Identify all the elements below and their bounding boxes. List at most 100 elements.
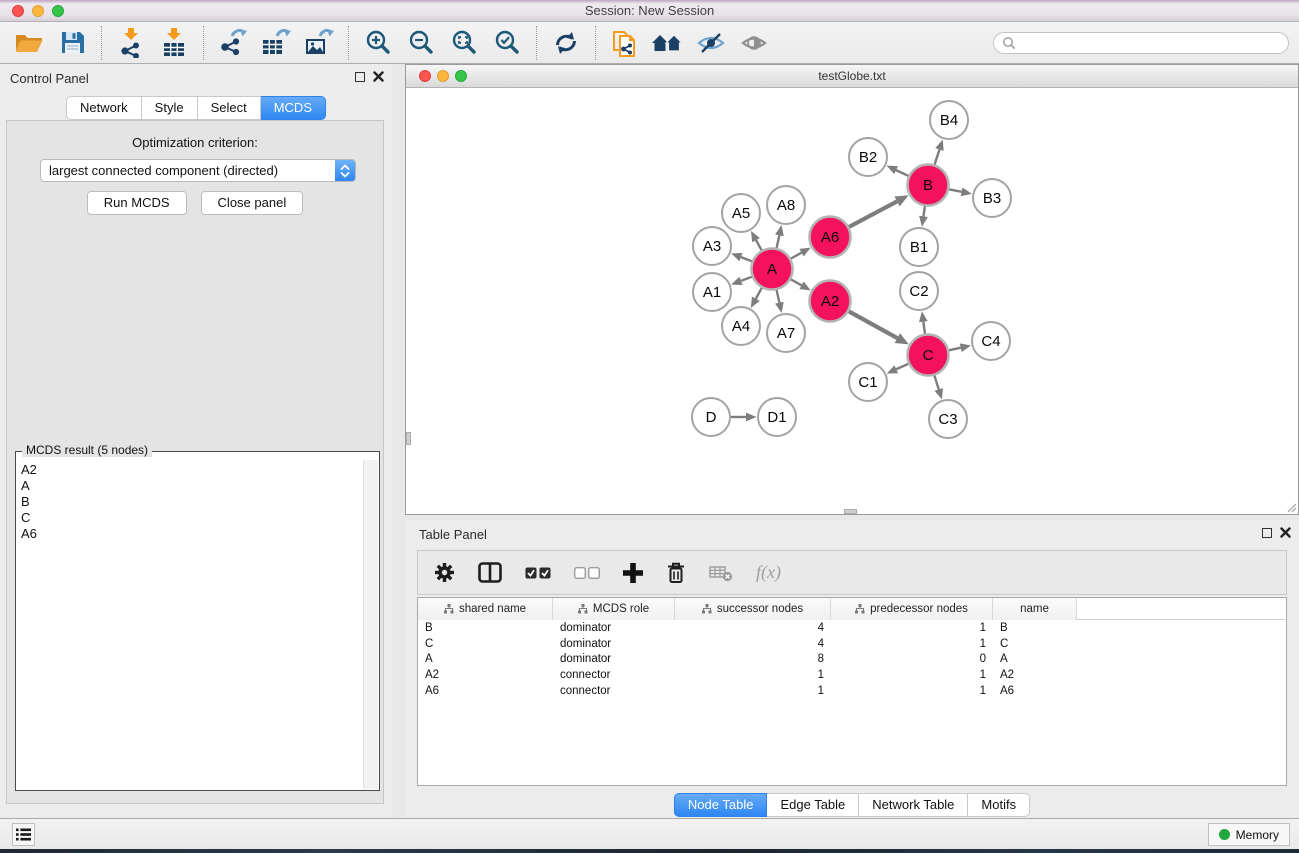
export-network-button[interactable] [216,26,250,60]
delete-column-button[interactable] [666,562,686,584]
import-table-button[interactable] [157,26,191,60]
table-row[interactable]: A2connector11A2 [418,667,1286,683]
table-cell[interactable]: 1 [831,669,993,681]
tab-mcds[interactable]: MCDS [261,96,326,120]
table-cell[interactable]: C [418,638,553,650]
graph-node-B3[interactable]: B3 [973,179,1011,217]
float-table-panel-icon[interactable] [1262,528,1272,538]
table-cell[interactable]: connector [553,685,675,697]
graph-edge-C-C3[interactable] [934,376,938,390]
graph-node-A2[interactable]: A2 [810,281,851,322]
tab-motifs[interactable]: Motifs [968,793,1030,817]
graph-node-C3[interactable]: C3 [929,400,967,438]
table-cell[interactable]: B [993,622,1077,634]
tab-network-table[interactable]: Network Table [859,793,968,817]
table-cell[interactable]: A2 [418,669,553,681]
graph-node-C4[interactable]: C4 [972,322,1010,360]
export-table-button[interactable] [259,26,293,60]
table-row[interactable]: A6connector11A6 [418,683,1286,699]
column-header-successor-nodes[interactable]: successor nodes [675,598,831,620]
graph-node-C[interactable]: C [908,335,949,376]
table-cell[interactable]: B [418,622,553,634]
network-horizontal-scrollbar-thumb[interactable] [844,509,857,514]
network-canvas[interactable]: B4B2BB3B1A5A8A6A3AA1A2C2A4A7CC4C1C3DD1 [406,88,1298,514]
table-cell[interactable]: 1 [831,622,993,634]
graph-edge-C-C1[interactable] [896,364,908,369]
table-cell[interactable]: 1 [831,638,993,650]
search-input[interactable] [1020,36,1280,50]
delete-table-button[interactable] [709,564,733,582]
tab-select[interactable]: Select [198,96,261,120]
graph-node-D1[interactable]: D1 [758,398,796,436]
hide-selected-button[interactable] [694,26,728,60]
zoom-fit-button[interactable] [447,26,481,60]
table-cell[interactable]: 0 [831,653,993,665]
show-column-panel-button[interactable] [478,562,502,583]
resize-grip-icon[interactable] [1285,501,1297,513]
first-neighbors-button[interactable] [651,26,685,60]
column-header-predecessor-nodes[interactable]: predecessor nodes [831,598,993,620]
tab-style[interactable]: Style [142,96,198,120]
table-cell[interactable]: 1 [831,685,993,697]
table-cell[interactable]: dominator [553,653,675,665]
mcds-result-scrollbar[interactable] [363,460,378,789]
zoom-out-button[interactable] [404,26,438,60]
import-network-button[interactable] [114,26,148,60]
graph-edge-A-A6[interactable] [791,253,802,259]
mcds-result-item[interactable]: A6 [21,526,358,542]
close-panel-icon[interactable] [373,71,384,82]
graph-edge-C-C4[interactable] [949,348,961,351]
tab-node-table[interactable]: Node Table [674,793,768,817]
table-cell[interactable]: C [993,638,1077,650]
table-cell[interactable]: dominator [553,638,675,650]
graph-node-A8[interactable]: A8 [767,186,805,224]
graph-edge-A2-C[interactable] [849,311,898,338]
graph-edge-A-A4[interactable] [756,288,762,299]
table-cell[interactable]: A [993,653,1077,665]
table-cell[interactable]: A6 [993,685,1077,697]
column-header-MCDS-role[interactable]: MCDS role [553,598,675,620]
mcds-result-item[interactable]: B [21,494,358,510]
open-session-button[interactable] [12,26,46,60]
optimization-criterion-dropdown[interactable]: largest connected component (directed) [40,159,356,182]
table-cell[interactable]: 1 [675,685,831,697]
graph-edge-C-C2[interactable] [923,322,925,334]
table-row[interactable]: Adominator80A [418,651,1286,667]
graph-edge-A-A8[interactable] [777,235,780,248]
graph-edge-A-A5[interactable] [756,240,762,250]
graph-node-B2[interactable]: B2 [849,138,887,176]
run-mcds-button[interactable]: Run MCDS [87,191,187,215]
deselect-all-columns-button[interactable] [574,567,600,579]
table-row[interactable]: Cdominator41C [418,636,1286,652]
mcds-result-item[interactable]: A [21,478,358,494]
tab-network[interactable]: Network [66,96,142,120]
column-header-name[interactable]: name [993,598,1077,620]
close-panel-button[interactable]: Close panel [201,191,304,215]
table-cell[interactable]: A2 [993,669,1077,681]
graph-edge-A-A1[interactable] [741,277,752,281]
show-all-button[interactable] [737,26,771,60]
table-cell[interactable]: 4 [675,622,831,634]
graph-edge-B-B3[interactable] [949,189,962,192]
table-row[interactable]: Bdominator41B [418,620,1286,636]
create-column-button[interactable] [623,563,643,583]
float-panel-icon[interactable] [355,72,365,82]
column-header-shared-name[interactable]: shared name [418,598,553,620]
graph-edge-B-B2[interactable] [896,170,908,176]
close-table-panel-icon[interactable] [1280,527,1291,538]
graph-node-B[interactable]: B [908,165,949,206]
graph-node-A4[interactable]: A4 [722,307,760,345]
table-cell[interactable]: 4 [675,638,831,650]
memory-button[interactable]: Memory [1208,823,1290,846]
mcds-result-item[interactable]: A2 [21,462,358,478]
table-settings-button[interactable] [434,562,455,583]
graph-edge-B-B4[interactable] [935,149,940,164]
graph-edge-A6-B[interactable] [849,201,897,227]
graph-node-B1[interactable]: B1 [900,228,938,266]
function-builder-button[interactable]: f(x) [756,562,781,583]
table-cell[interactable]: A6 [418,685,553,697]
save-session-button[interactable] [55,26,89,60]
apply-layout-button[interactable] [549,26,583,60]
graph-node-A6[interactable]: A6 [810,217,851,258]
table-cell[interactable]: dominator [553,622,675,634]
